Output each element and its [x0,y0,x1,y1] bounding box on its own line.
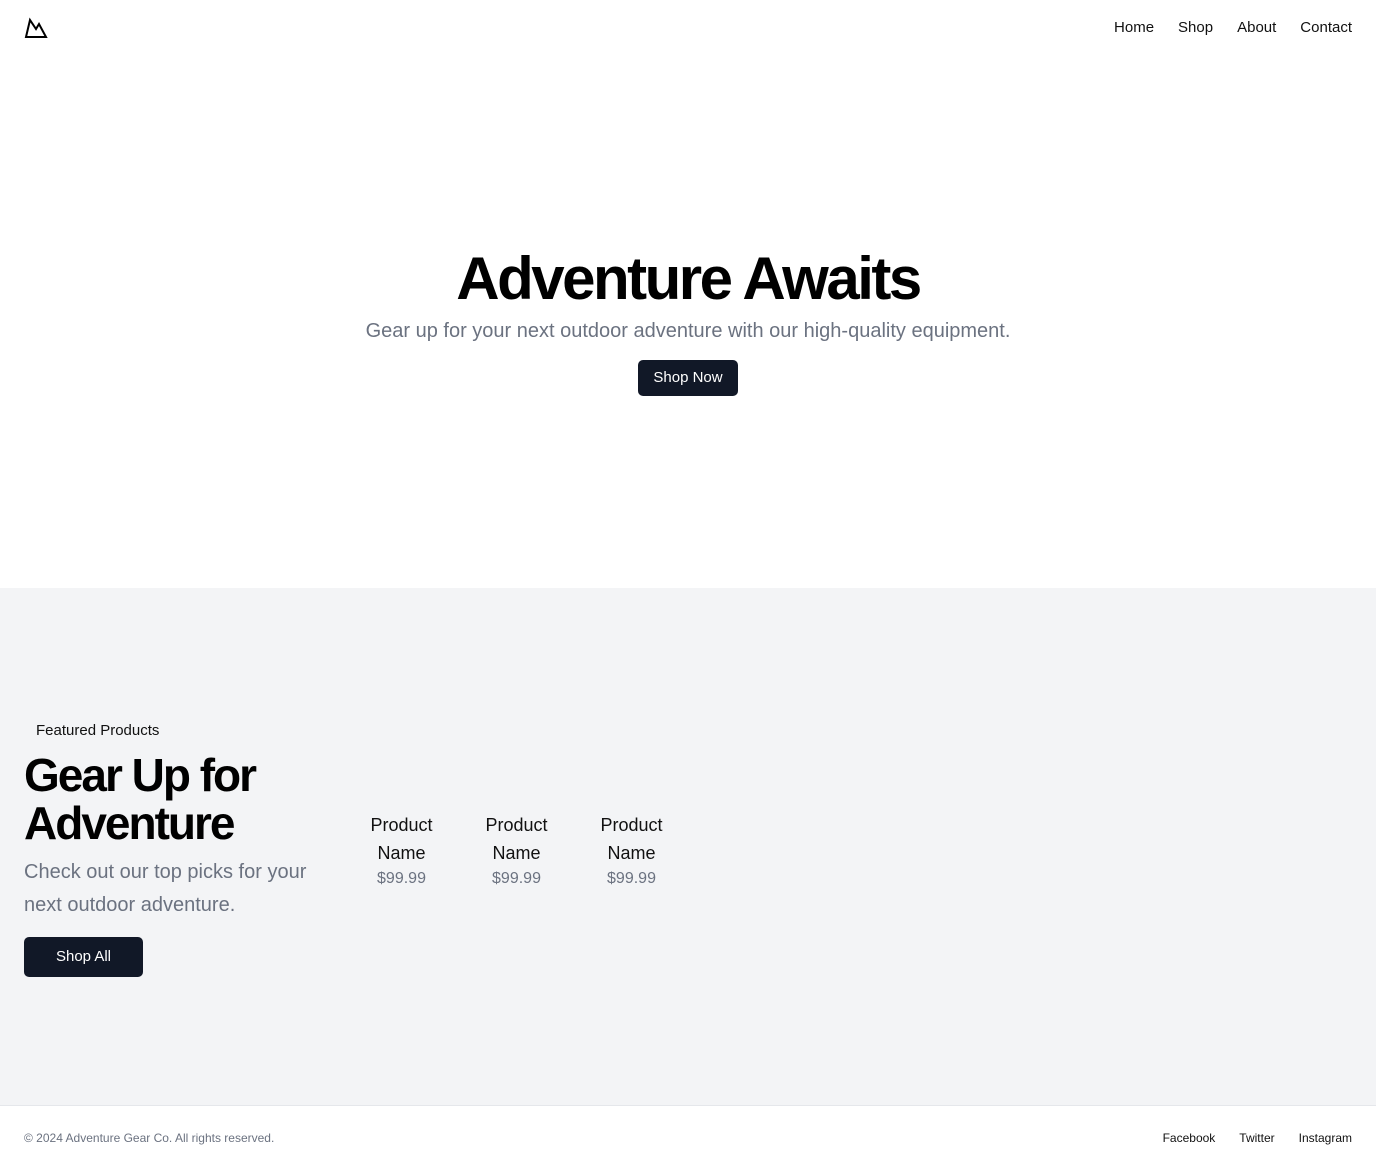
featured-description: Check out our top picks for your next ou… [24,861,307,916]
product-name: Product Name [485,815,548,863]
social-links: Facebook Twitter Instagram [1163,1130,1352,1146]
product-card[interactable]: Product Name $99.99 [574,811,689,890]
product-price: $99.99 [492,870,541,887]
instagram-link[interactable]: Instagram [1299,1130,1352,1146]
nav-about-link[interactable]: About [1237,18,1276,38]
twitter-link[interactable]: Twitter [1239,1130,1274,1146]
main-nav: Home Shop About Contact [1114,18,1352,38]
featured-label: Featured Products [36,722,160,739]
mountain-icon [24,17,48,38]
site-header: Home Shop About Contact [0,0,1376,56]
hero-subtitle: Gear up for your next outdoor adventure … [365,320,1011,342]
featured-section: Featured Products Gear Up for Adventure … [0,588,1376,1105]
product-card[interactable]: Product Name $99.99 [459,811,574,890]
product-name: Product Name [600,815,663,863]
product-price: $99.99 [377,870,426,887]
shop-now-button[interactable]: Shop Now [638,360,738,396]
product-list: Product Name $99.99 Product Name $99.99 … [344,811,689,890]
nav-shop-link[interactable]: Shop [1178,18,1213,38]
shop-all-button[interactable]: Shop All [24,937,143,977]
site-footer: © 2024 Adventure Gear Co. All rights res… [0,1105,1376,1170]
hero-section: Adventure Awaits Gear up for your next o… [0,56,1376,588]
product-name: Product Name [370,815,433,863]
hero-title: Adventure Awaits [456,245,922,312]
nav-home-link[interactable]: Home [1114,18,1154,38]
copyright-text: © 2024 Adventure Gear Co. All rights res… [24,1131,275,1145]
facebook-link[interactable]: Facebook [1163,1130,1216,1146]
product-card[interactable]: Product Name $99.99 [344,811,459,890]
featured-title: Gear Up for Adventure [24,749,257,849]
product-price: $99.99 [607,870,656,887]
nav-contact-link[interactable]: Contact [1300,18,1352,38]
